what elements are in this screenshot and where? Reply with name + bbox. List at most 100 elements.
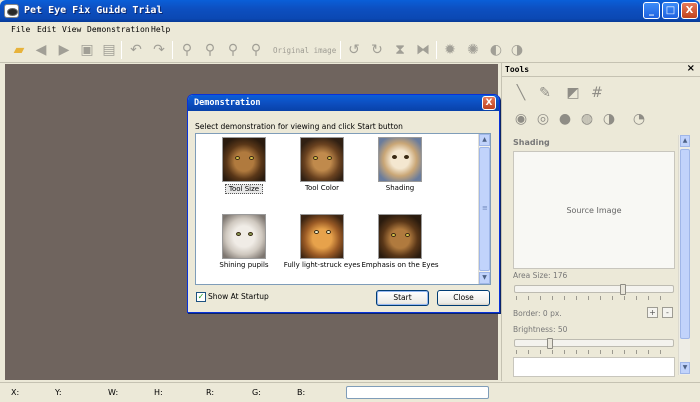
open-folder-icon[interactable]: ▰ — [10, 41, 28, 59]
status-r: R: — [206, 388, 215, 397]
demo-thumbnail-white-cat — [222, 214, 266, 259]
contrast-small-icon[interactable]: ◑ — [508, 41, 526, 59]
rotate-left-icon[interactable]: ↺ — [345, 41, 363, 59]
brush-tool-icon[interactable]: ✎ — [535, 83, 555, 103]
tools-panel-close-icon[interactable]: × — [687, 63, 695, 74]
dialog-close-icon[interactable]: X — [482, 96, 496, 110]
area-size-slider-knob[interactable] — [620, 284, 626, 295]
source-image-label: Source Image — [566, 205, 622, 215]
flip-horizontal-icon[interactable]: ⧓ — [414, 41, 432, 59]
undo-icon[interactable]: ↶ — [127, 41, 145, 59]
shading-tool-icon[interactable]: ◑ — [599, 109, 619, 129]
demo-list-scrollbar[interactable]: ▲ ▼ — [478, 134, 490, 284]
contrast-icon[interactable]: ◐ — [487, 41, 505, 59]
tools-panel-header: Tools × — [502, 63, 700, 77]
demo-item-shading[interactable]: Shading — [361, 137, 439, 192]
crop-tool-icon[interactable]: ◩ — [563, 83, 583, 103]
grid-tool-icon[interactable]: # — [587, 83, 607, 103]
pupil-tool-icon[interactable]: ◍ — [577, 109, 597, 129]
save-icon[interactable]: ▣ — [78, 41, 96, 59]
brightness-slider[interactable] — [514, 338, 674, 349]
redo-icon[interactable]: ↷ — [150, 41, 168, 59]
minimize-button[interactable]: _ — [643, 2, 660, 19]
brightness-slider-knob[interactable] — [547, 338, 553, 349]
demonstration-dialog: Demonstration X Select demonstration for… — [187, 94, 500, 313]
zoom-in-icon[interactable]: ⚲ — [178, 41, 196, 59]
area-size-slider[interactable] — [514, 284, 674, 295]
title-bar: Pet Eye Fix Guide Trial _ □ X — [0, 0, 700, 22]
show-at-startup-label: Show At Startup — [208, 292, 269, 301]
close-button[interactable]: X — [681, 2, 698, 19]
status-progress-field — [346, 386, 489, 399]
demo-list[interactable]: Tool Size Tool Color Shading Shining pup… — [195, 133, 491, 285]
menu-demonstration[interactable]: Demonstration — [87, 25, 150, 34]
toolbar: ▰ ◀ ▶ ▣ ▤ ↶ ↷ ⚲ ⚲ ⚲ ⚲ Original image ↺ ↻… — [0, 37, 700, 63]
demo-item-emphasis-on-the-eyes[interactable]: Emphasis on the Eyes — [361, 214, 439, 269]
scroll-up-icon[interactable]: ▲ — [680, 135, 690, 147]
close-dialog-button[interactable]: Close — [437, 290, 490, 306]
border-decrease-button[interactable]: - — [662, 307, 673, 318]
emphasis-tool-icon[interactable]: ◔ — [629, 109, 649, 129]
menu-bar: File Edit View Demonstration Help — [0, 22, 700, 37]
demo-item-fully-light-struck-eyes[interactable]: Fully light-struck eyes — [283, 214, 361, 269]
scroll-down-icon[interactable]: ▼ — [680, 362, 690, 374]
status-g: G: — [252, 388, 261, 397]
tools-scrollbar[interactable]: ▲ ▼ — [678, 135, 690, 375]
scroll-up-icon[interactable]: ▲ — [479, 134, 490, 146]
border-increase-button[interactable]: + — [647, 307, 658, 318]
tools-section-title: Shading — [513, 138, 550, 147]
demo-thumbnail-cat — [300, 137, 344, 182]
print-icon[interactable]: ▤ — [100, 41, 118, 59]
demo-item-shining-pupils[interactable]: Shining pupils — [205, 214, 283, 269]
toolbar-separator — [121, 41, 122, 59]
start-button[interactable]: Start — [376, 290, 429, 306]
original-image-button[interactable]: Original image — [273, 46, 336, 55]
toolbar-separator — [436, 41, 437, 59]
demo-item-tool-color[interactable]: Tool Color — [283, 137, 361, 192]
zoom-actual-icon[interactable]: ⚲ — [247, 41, 265, 59]
app-eye-icon — [4, 4, 19, 18]
demo-thumbnail-cat — [222, 137, 266, 182]
demo-item-tool-size[interactable]: Tool Size — [205, 137, 283, 194]
brightness-label: Brightness: 50 — [513, 325, 568, 334]
status-h: H: — [154, 388, 163, 397]
menu-edit[interactable]: Edit — [37, 25, 56, 34]
scroll-thumb[interactable] — [479, 147, 490, 271]
menu-view[interactable]: View — [62, 25, 81, 34]
brightness-ticks — [516, 350, 672, 354]
show-at-startup-checkbox[interactable]: ✓ — [196, 292, 206, 302]
demo-thumbnail-cat — [378, 214, 422, 259]
menu-file[interactable]: File — [11, 25, 30, 34]
menu-help[interactable]: Help — [151, 25, 170, 34]
toolbar-separator — [340, 41, 341, 59]
border-label: Border: 0 px. — [513, 309, 562, 318]
demo-item-label: Shading — [385, 184, 415, 192]
flip-vertical-icon[interactable]: ⧗ — [391, 41, 409, 59]
dialog-title: Demonstration — [194, 98, 261, 108]
gear-small-icon[interactable]: ✺ — [464, 41, 482, 59]
forward-arrow-icon[interactable]: ▶ — [55, 41, 73, 59]
maximize-button[interactable]: □ — [662, 2, 679, 19]
sphere-tool-icon[interactable]: ● — [555, 109, 575, 129]
zoom-fit-icon[interactable]: ⚲ — [224, 41, 242, 59]
demo-item-label: Shining pupils — [219, 261, 269, 269]
scroll-thumb[interactable] — [680, 149, 690, 339]
zoom-out-icon[interactable]: ⚲ — [201, 41, 219, 59]
scroll-down-icon[interactable]: ▼ — [479, 272, 490, 284]
area-size-label: Area Size: 176 — [513, 271, 568, 280]
dialog-title-bar: Demonstration X — [188, 95, 499, 111]
tools-panel: Tools × ╲ ✎ ◩ # ◉ ◎ ● ◍ ◑ ◔ Shading Sour… — [501, 63, 700, 381]
settings-icon[interactable]: ✹ — [441, 41, 459, 59]
status-y: Y: — [55, 388, 62, 397]
line-tool-icon[interactable]: ╲ — [511, 83, 531, 103]
window-title: Pet Eye Fix Guide Trial — [24, 5, 163, 16]
eye-tool-icon[interactable]: ◉ — [511, 109, 531, 129]
rotate-right-icon[interactable]: ↻ — [368, 41, 386, 59]
status-x: X: — [11, 388, 20, 397]
back-arrow-icon[interactable]: ◀ — [32, 41, 50, 59]
tools-bottom-field[interactable] — [513, 357, 675, 377]
demo-item-label: Emphasis on the Eyes — [361, 261, 439, 269]
demo-item-label: Tool Color — [304, 184, 340, 192]
status-bar: X: Y: W: H: R: G: B: — [0, 382, 700, 402]
lamp-tool-icon[interactable]: ◎ — [533, 109, 553, 129]
